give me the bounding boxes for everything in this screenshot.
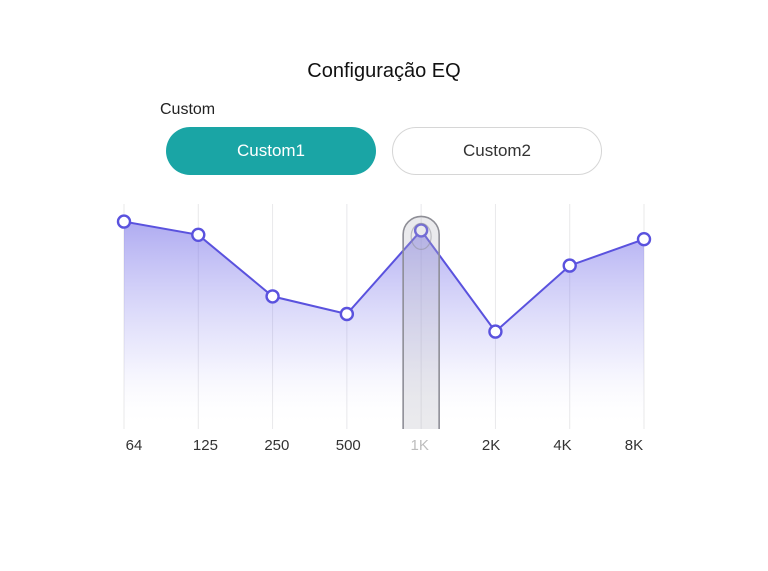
x-tick-label: 1K xyxy=(400,437,440,454)
eq-handle-4K[interactable] xyxy=(564,260,576,272)
eq-handle-250[interactable] xyxy=(267,290,279,302)
x-tick-label: 2K xyxy=(471,437,511,454)
page-title: Configuração EQ xyxy=(0,60,768,83)
tab-custom1[interactable]: Custom1 xyxy=(166,127,376,175)
x-tick-label: 500 xyxy=(328,437,368,454)
x-tick-label: 250 xyxy=(257,437,297,454)
x-tick-label: 64 xyxy=(114,437,154,454)
eq-handle-500[interactable] xyxy=(341,308,353,320)
x-tick-label: 125 xyxy=(185,437,225,454)
tab-custom2[interactable]: Custom2 xyxy=(392,127,602,175)
eq-handle-64[interactable] xyxy=(118,216,130,228)
finger-icon xyxy=(403,216,439,429)
eq-handle-2K[interactable] xyxy=(489,326,501,338)
subtitle-label: Custom xyxy=(160,101,768,119)
x-axis: 64 125 250 500 1K 2K 4K 8K xyxy=(114,437,654,454)
eq-chart[interactable] xyxy=(114,199,654,429)
eq-handle-125[interactable] xyxy=(192,229,204,241)
chart-svg xyxy=(114,199,654,429)
x-tick-label: 8K xyxy=(614,437,654,454)
preset-tabs: Custom1 Custom2 xyxy=(0,127,768,175)
x-tick-label: 4K xyxy=(543,437,583,454)
eq-handle-8K[interactable] xyxy=(638,233,650,245)
